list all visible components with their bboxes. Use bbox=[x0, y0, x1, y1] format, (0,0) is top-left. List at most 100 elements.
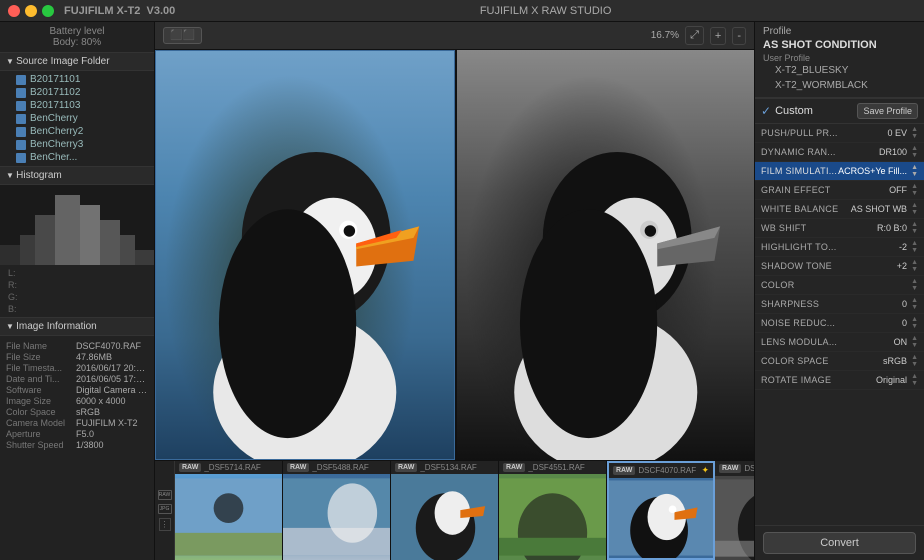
image-info: File Name DSCF4070.RAF File Size 47.86MB… bbox=[0, 336, 154, 455]
setting-shadow-tone[interactable]: SHADOW TONE +2 ▲▼ bbox=[755, 257, 924, 276]
setting-color-space[interactable]: COLOR SPACE sRGB ▲▼ bbox=[755, 352, 924, 371]
jpg-icon: JPG bbox=[158, 504, 172, 514]
maximize-button[interactable] bbox=[42, 5, 54, 17]
folder-icon bbox=[16, 88, 26, 98]
filmstrip-icons: RAW JPG ⋮ bbox=[155, 461, 175, 560]
folder-item-5[interactable]: BenCherry3 bbox=[0, 138, 154, 151]
settings-list: PUSH/PULL PR... 0 EV ▲▼ DYNAMIC RAN... D… bbox=[755, 124, 924, 525]
profile-option-bluesky[interactable]: X-T2_BLUESKY bbox=[763, 63, 916, 78]
histogram-canvas bbox=[0, 185, 155, 265]
setting-sharpness[interactable]: SHARPNESS 0 ▲▼ bbox=[755, 295, 924, 314]
custom-label: Custom bbox=[775, 105, 853, 117]
info-row-date: Date and Ti... 2016/06/05 17:11:56 bbox=[6, 374, 148, 384]
convert-row: Convert bbox=[755, 525, 924, 560]
titlebar: FUJIFILM X-T2 V3.00 FUJIFILM X RAW STUDI… bbox=[0, 0, 924, 22]
filmstrip: RAW JPG ⋮ RAW _DSF5714.RAF bbox=[155, 460, 754, 560]
center-area: ⬛⬛ 16.7% ⤢ + - bbox=[155, 22, 754, 560]
save-profile-button[interactable]: Save Profile bbox=[857, 103, 918, 119]
setting-highlight-tone[interactable]: HIGHLIGHT TO... -2 ▲▼ bbox=[755, 238, 924, 257]
film-thumb-1 bbox=[283, 474, 390, 560]
film-header-5: RAW DSCF3264.RAF ✦ bbox=[715, 461, 754, 476]
zoom-out-btn[interactable]: - bbox=[732, 27, 746, 45]
raw-icon: RAW bbox=[158, 490, 172, 500]
minimize-button[interactable] bbox=[25, 5, 37, 17]
right-image-panel bbox=[457, 50, 755, 460]
info-row-filetimestamp: File Timesta... 2016/06/17 20:22:06 bbox=[6, 363, 148, 373]
folder-icon bbox=[16, 114, 26, 124]
film-item-0[interactable]: RAW _DSF5714.RAF bbox=[175, 461, 283, 560]
info-row-software: Software Digital Camera X-T2 Ver1. bbox=[6, 385, 148, 395]
setting-lens-modulation[interactable]: LENS MODULA... ON ▲▼ bbox=[755, 333, 924, 352]
folder-icon bbox=[16, 153, 26, 163]
setting-wb-shift[interactable]: WB SHIFT R:0 B:0 ▲▼ bbox=[755, 219, 924, 238]
info-row-imagesize: Image Size 6000 x 4000 bbox=[6, 396, 148, 406]
info-row-filename: File Name DSCF4070.RAF bbox=[6, 341, 148, 351]
histogram-header[interactable]: Histogram bbox=[0, 167, 154, 185]
film-header-2: RAW _DSF5134.RAF bbox=[391, 461, 498, 474]
main-layout: Battery level Body: 80% Source Image Fol… bbox=[0, 22, 924, 560]
app-title: FUJIFILM X RAW STUDIO bbox=[175, 5, 916, 17]
close-button[interactable] bbox=[8, 5, 20, 17]
film-item-3[interactable]: RAW _DSF4551.RAF bbox=[499, 461, 607, 560]
as-shot-condition-label: AS SHOT CONDITION bbox=[763, 39, 916, 51]
film-item-1[interactable]: RAW _DSF5488.RAF bbox=[283, 461, 391, 560]
file-tree: B20171101 B20171102 B20171103 BenCherry … bbox=[0, 71, 154, 167]
folder-item-1[interactable]: B20171102 bbox=[0, 86, 154, 99]
histogram-section: Histogram L: R: G: B: bbox=[0, 167, 154, 318]
folder-icon bbox=[16, 140, 26, 150]
film-header-1: RAW _DSF5488.RAF bbox=[283, 461, 390, 474]
folder-icon bbox=[16, 101, 26, 111]
custom-save-row: ✓ Custom Save Profile bbox=[755, 98, 924, 124]
image-info-header[interactable]: Image Information bbox=[0, 318, 154, 336]
convert-button[interactable]: Convert bbox=[763, 532, 916, 554]
window-controls[interactable] bbox=[8, 5, 54, 17]
setting-color[interactable]: COLOR ▲▼ bbox=[755, 276, 924, 295]
film-thumb-0 bbox=[175, 474, 282, 560]
film-thumb-5 bbox=[715, 476, 754, 560]
left-sidebar: Battery level Body: 80% Source Image Fol… bbox=[0, 22, 155, 560]
info-row-shutterspeed: Shutter Speed 1/3800 bbox=[6, 440, 148, 450]
setting-noise-reduction[interactable]: NOISE REDUC... 0 ▲▼ bbox=[755, 314, 924, 333]
folder-icon bbox=[16, 127, 26, 137]
profile-option-wormblack[interactable]: X-T2_WORMBLACK bbox=[763, 78, 916, 93]
film-header-0: RAW _DSF5714.RAF bbox=[175, 461, 282, 474]
setting-push-pull[interactable]: PUSH/PULL PR... 0 EV ▲▼ bbox=[755, 124, 924, 143]
film-item-5[interactable]: RAW DSCF3264.RAF ✦ bbox=[715, 461, 754, 560]
film-thumb-2 bbox=[391, 474, 498, 560]
film-thumb-4 bbox=[609, 478, 713, 558]
zoom-in-btn[interactable]: + bbox=[710, 27, 726, 45]
profile-title-label: Profile bbox=[763, 26, 916, 37]
zoom-display: 16.7% bbox=[651, 30, 679, 41]
film-thumb-3 bbox=[499, 474, 606, 560]
info-row-aperture: Aperture F5.0 bbox=[6, 429, 148, 439]
profile-header: Profile AS SHOT CONDITION User Profile X… bbox=[755, 22, 924, 98]
toolbar: ⬛⬛ 16.7% ⤢ + - bbox=[155, 22, 754, 50]
folder-item-3[interactable]: BenCherry bbox=[0, 112, 154, 125]
info-row-cameramodel: Camera Model FUJIFILM X-T2 bbox=[6, 418, 148, 428]
info-row-colorspace: Color Space sRGB bbox=[6, 407, 148, 417]
folder-item-0[interactable]: B20171101 bbox=[0, 73, 154, 86]
camera-info: Battery level Body: 80% bbox=[0, 22, 154, 53]
right-panel: Profile AS SHOT CONDITION User Profile X… bbox=[754, 22, 924, 560]
zoom-fit-btn[interactable]: ⤢ bbox=[685, 26, 704, 45]
filmstrip-nav-icon[interactable]: ⋮ bbox=[159, 518, 171, 531]
image-view bbox=[155, 50, 754, 460]
film-item-2[interactable]: RAW _DSF5134.RAF bbox=[391, 461, 499, 560]
setting-dynamic-range[interactable]: DYNAMIC RAN... DR100 ▲▼ bbox=[755, 143, 924, 162]
folder-icon bbox=[16, 75, 26, 85]
check-mark-icon: ✓ bbox=[761, 104, 771, 118]
folder-item-6[interactable]: BenCher... bbox=[0, 151, 154, 164]
star-icon-4: ✦ bbox=[701, 465, 709, 476]
folder-item-4[interactable]: BenCherry2 bbox=[0, 125, 154, 138]
view-toggle-btn[interactable]: ⬛⬛ bbox=[163, 27, 202, 44]
setting-grain-effect[interactable]: GRAIN EFFECT OFF ▲▼ bbox=[755, 181, 924, 200]
source-folder-header[interactable]: Source Image Folder bbox=[0, 53, 154, 71]
setting-white-balance[interactable]: WHITE BALANCE AS SHOT WB ▲▼ bbox=[755, 200, 924, 219]
user-profile-label: User Profile bbox=[763, 53, 916, 63]
folder-item-2[interactable]: B20171103 bbox=[0, 99, 154, 112]
info-row-filesize: File Size 47.86MB bbox=[6, 352, 148, 362]
camera-app-name: FUJIFILM X-T2 V3.00 bbox=[64, 5, 175, 17]
setting-film-simulation[interactable]: FILM SIMULATI... ACROS+Ye Fill... ▲▼ bbox=[755, 162, 924, 181]
film-item-4[interactable]: RAW DSCF4070.RAF ✦ bbox=[607, 461, 715, 560]
setting-rotate-image[interactable]: ROTATE IMAGE Original ▲▼ bbox=[755, 371, 924, 390]
